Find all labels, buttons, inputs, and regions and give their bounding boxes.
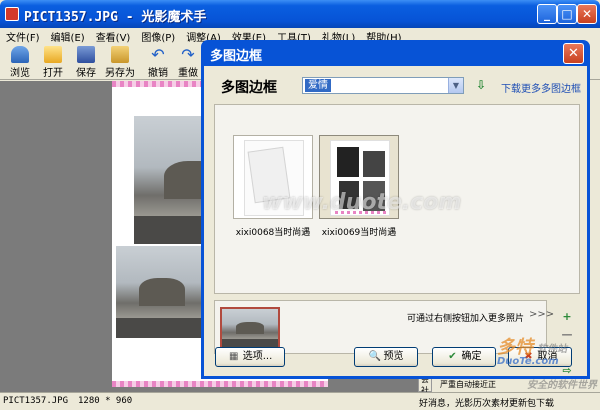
save-as-label: 另存为	[105, 68, 135, 79]
status-dimensions: 1280 * 960	[78, 396, 133, 406]
window-title: PICT1357.JPG - 光影魔术手	[24, 10, 207, 25]
strip-photo-1[interactable]	[220, 307, 280, 349]
cancel-label: 取消	[537, 351, 558, 362]
add-photo-icon[interactable]: +	[559, 310, 575, 328]
dialog-heading: 多图边框	[221, 80, 277, 96]
save-as-icon	[111, 46, 129, 63]
canvas-photo-2	[116, 246, 208, 338]
browse-label: 浏览	[10, 68, 30, 79]
dialog-body: 多图边框 爱情 ▼ ⇩ 下载更多多图边框 xixi0068当时尚遇 xixi00…	[204, 66, 587, 377]
multi-frame-dialog: 多图边框 ✕ 多图边框 爱情 ▼ ⇩ 下载更多多图边框 xixi0068当时尚遇	[201, 40, 590, 379]
frame-thumb-2-label: xixi0069当时尚遇	[321, 228, 397, 238]
save-button[interactable]: 保存	[70, 44, 102, 80]
preview-button[interactable]: 🔍 预览	[354, 347, 418, 367]
menu-image[interactable]: 图像(P)	[135, 28, 180, 44]
maximize-button[interactable]: □	[557, 4, 577, 24]
frame-thumb-1-label: xixi0068当时尚遇	[235, 228, 311, 238]
close-button[interactable]: ✕	[577, 4, 597, 24]
chevron-down-icon[interactable]: ▼	[448, 78, 463, 93]
frame-thumb-1[interactable]	[233, 135, 313, 219]
canvas-border-bottom	[112, 381, 328, 387]
category-value: 爱情	[305, 79, 331, 92]
main-title-bar[interactable]: PICT1357.JPG - 光影魔术手 _ □ ✕	[0, 0, 600, 28]
strip-chevron: >>>	[529, 309, 555, 320]
preview-label: 预览	[383, 351, 404, 362]
status-message[interactable]: 好消息，光影历次素材更新包下载	[419, 396, 554, 409]
download-arrow-icon[interactable]: ⇩	[476, 78, 486, 92]
undo-label: 撤销	[148, 68, 168, 79]
minimize-button[interactable]: _	[537, 4, 557, 24]
frame-gallery: xixi0068当时尚遇 xixi0069当时尚遇	[214, 104, 580, 294]
redo-icon: ↷	[181, 45, 195, 64]
photo-strip: 可通过右侧按钮加入更多照片 >>>	[214, 300, 554, 354]
save-label: 保存	[76, 68, 96, 79]
ok-label: 确定	[461, 351, 482, 362]
folder-icon	[44, 46, 62, 63]
strip-hint: 可通过右侧按钮加入更多照片	[407, 314, 525, 324]
status-bar: PICT1357.JPG 1280 * 960 好消息，光影历次素材更新包下载	[0, 392, 600, 410]
redo-label: 重做	[178, 68, 198, 79]
menu-file[interactable]: 文件(F)	[0, 28, 45, 44]
dialog-title-bar[interactable]: 多图边框 ✕	[204, 40, 587, 66]
status-filename: PICT1357.JPG	[3, 396, 69, 406]
options-button[interactable]: ▦ 选项...	[215, 347, 285, 367]
save-icon	[77, 46, 95, 63]
remove-photo-icon[interactable]: —	[559, 328, 575, 346]
undo-button[interactable]: ↶ 撤销	[142, 44, 174, 80]
menu-view[interactable]: 查看(V)	[90, 28, 136, 44]
redo-button[interactable]: ↷ 重做	[172, 44, 204, 80]
menu-edit[interactable]: 编辑(E)	[45, 28, 90, 44]
strip-controls: + — ⇦ ⇨	[559, 310, 575, 382]
app-icon	[5, 7, 19, 21]
download-more-link[interactable]: 下载更多多图边框	[501, 80, 581, 95]
auto-check-label[interactable]: 严重自动接近正	[440, 379, 496, 390]
magnifier-icon: 🔍	[368, 351, 381, 362]
browse-button[interactable]: 浏览	[4, 44, 36, 80]
thumb-1-preview	[247, 146, 291, 204]
cancel-button[interactable]: ✖ 取消	[508, 347, 572, 367]
options-icon: ▦	[228, 351, 239, 362]
category-select[interactable]: 爱情 ▼	[302, 77, 464, 94]
frame-thumb-2[interactable]	[319, 135, 399, 219]
browse-icon	[11, 46, 29, 63]
check-icon: ✔	[448, 351, 457, 362]
cancel-x-icon: ✖	[524, 351, 533, 362]
undo-icon: ↶	[151, 45, 165, 64]
open-button[interactable]: 打开	[37, 44, 69, 80]
options-label: 选项...	[242, 351, 273, 362]
save-as-button[interactable]: 另存为	[102, 44, 138, 80]
dialog-title: 多图边框	[210, 49, 263, 64]
dialog-close-button[interactable]: ✕	[563, 43, 584, 64]
open-label: 打开	[43, 68, 63, 79]
ok-button[interactable]: ✔ 确定	[432, 347, 496, 367]
